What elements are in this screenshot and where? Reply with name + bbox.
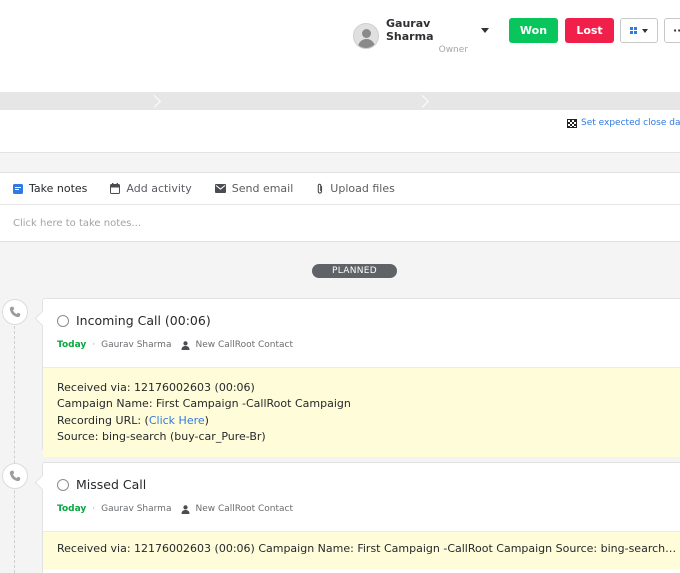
owner-role: Owner: [438, 45, 468, 55]
tab-label: Add activity: [126, 182, 192, 195]
tab-label: Upload files: [330, 182, 395, 195]
owner-name: Gaurav Sharma: [386, 17, 434, 43]
more-actions-button[interactable]: ···: [664, 18, 680, 43]
activity-contact[interactable]: New CallRoot Contact: [195, 340, 293, 350]
recording-link[interactable]: Click Here: [149, 414, 205, 427]
planned-section-label: PLANNED: [312, 264, 397, 278]
tab-upload-files[interactable]: Upload files: [316, 182, 395, 195]
activity-card: Incoming Call (00:06) Today · Gaurav Sha…: [42, 298, 680, 458]
person-icon: [181, 340, 190, 350]
activity-note: Received via: 12176002603 (00:06) Campai…: [43, 531, 680, 570]
note-line: Campaign Name: First Campaign -CallRoot …: [57, 397, 351, 411]
timeline-line: [14, 326, 15, 573]
owner-selector[interactable]: Gaurav Sharma Owner: [353, 17, 468, 55]
owner-dropdown-caret-icon[interactable]: [481, 28, 489, 33]
phone-icon: [2, 299, 28, 325]
note-line: Source: bing-search (buy-car_Pure-Br): [57, 429, 266, 443]
activity-title[interactable]: Incoming Call (00:06): [76, 313, 211, 328]
activity-title[interactable]: Missed Call: [76, 477, 146, 492]
note-icon: [13, 183, 23, 194]
activity-contact[interactable]: New CallRoot Contact: [195, 504, 293, 514]
tab-send-email[interactable]: Send email: [214, 182, 294, 195]
paperclip-icon: [318, 183, 323, 194]
note-text: ): [204, 413, 209, 427]
won-button[interactable]: Won: [509, 18, 558, 43]
activity-card: Missed Call Today · Gaurav Sharma New Ca…: [42, 462, 680, 573]
activity-assignee[interactable]: Gaurav Sharma: [101, 340, 171, 350]
note-text: Recording URL: (: [57, 413, 149, 427]
activity-meta: Today · Gaurav Sharma New CallRoot Conta…: [57, 340, 294, 350]
person-icon: [181, 504, 190, 514]
activity-meta: Today · Gaurav Sharma New CallRoot Conta…: [57, 504, 294, 514]
mark-done-checkbox[interactable]: [57, 314, 69, 327]
activity-note: Received via: 12176002603 (00:06) Campai…: [43, 367, 680, 458]
calendar-icon: [110, 183, 121, 194]
mark-done-checkbox[interactable]: [57, 478, 69, 491]
stage-separator-icon: [150, 92, 160, 110]
note-line: Received via: 12176002603 (00:06): [57, 381, 255, 394]
deal-header: Gaurav Sharma Owner Won Lost ···: [0, 0, 680, 92]
set-close-date-label: Set expected close date: [581, 118, 680, 128]
tab-label: Take notes: [29, 182, 88, 195]
activity-assignee[interactable]: Gaurav Sharma: [101, 504, 171, 514]
tab-add-activity[interactable]: Add activity: [110, 182, 192, 195]
composer-tabs: Take notes Add activity Send email Uploa…: [0, 173, 680, 205]
email-icon: [214, 184, 226, 193]
phone-icon: [2, 463, 28, 489]
tab-label: Send email: [231, 182, 294, 195]
lost-button[interactable]: Lost: [565, 18, 614, 43]
note-line: Received via: 12176002603 (00:06) Campai…: [57, 542, 678, 555]
deal-summary-band: Set expected close date: [0, 110, 680, 153]
chevron-down-icon: [642, 28, 648, 33]
activity-due: Today: [57, 340, 87, 350]
set-close-date-link[interactable]: Set expected close date: [567, 118, 680, 128]
grid-icon: [630, 27, 637, 34]
tab-take-notes[interactable]: Take notes: [13, 182, 87, 195]
notes-input[interactable]: Click here to take notes...: [0, 205, 680, 229]
stage-separator-icon: [418, 92, 428, 110]
view-switcher-button[interactable]: [620, 18, 658, 43]
activity-due: Today: [57, 504, 87, 514]
note-line: Recording URL: (Click Here): [57, 413, 677, 429]
checkered-flag-icon: [567, 118, 577, 128]
activity-composer: Take notes Add activity Send email Uploa…: [0, 172, 680, 242]
avatar: [353, 23, 379, 49]
pipeline-stages[interactable]: [0, 92, 680, 110]
